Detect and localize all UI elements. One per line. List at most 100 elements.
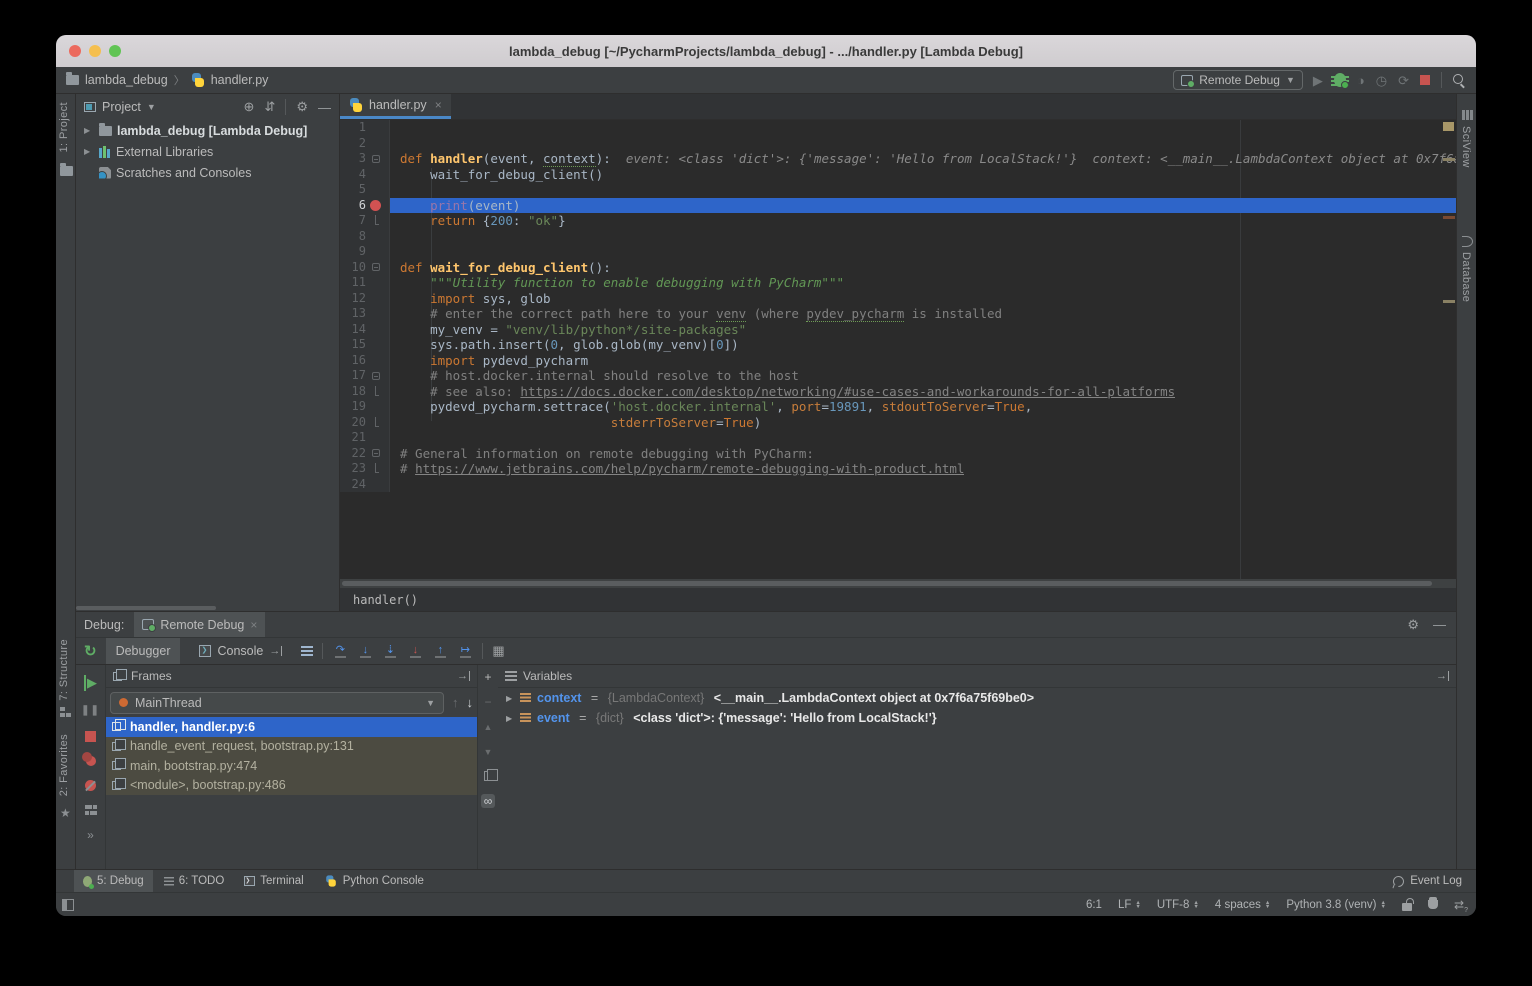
fold-end-icon[interactable]: [375, 215, 376, 225]
locate-file-icon[interactable]: ⊕: [244, 99, 255, 115]
expand-arrow-icon[interactable]: ▶: [84, 147, 94, 156]
gutter[interactable]: 15: [340, 337, 390, 353]
rerun-button[interactable]: ⟳: [1398, 74, 1409, 87]
code-line[interactable]: 5: [340, 182, 1456, 198]
evaluate-expression-icon[interactable]: ▦: [492, 643, 504, 659]
gutter[interactable]: 4: [340, 167, 390, 183]
gutter[interactable]: 16: [340, 353, 390, 369]
rerun-session-icon[interactable]: ↻: [84, 642, 97, 660]
event-log-button[interactable]: Event Log: [1410, 875, 1462, 887]
code-line[interactable]: 14 my_venv = "venv/lib/python*/site-pack…: [340, 322, 1456, 338]
gear-icon[interactable]: ⚙: [296, 99, 308, 115]
code-line[interactable]: 17 # host.docker.internal should resolve…: [340, 368, 1456, 384]
code-line[interactable]: 7 return {200: "ok"}: [340, 213, 1456, 229]
fold-column[interactable]: [366, 167, 388, 183]
fold-end-icon[interactable]: [375, 463, 376, 473]
collapse-all-icon[interactable]: ⇵: [264, 99, 275, 115]
editor-breadcrumb[interactable]: handler(): [340, 588, 1456, 611]
tool-window-button-python-console[interactable]: Python Console: [315, 870, 433, 892]
inspection-status-indicator[interactable]: [1443, 122, 1454, 131]
search-everywhere-icon[interactable]: [1453, 74, 1466, 87]
hide-variables-icon[interactable]: →: [1436, 671, 1449, 681]
resume-program-button[interactable]: ▶: [84, 675, 97, 691]
tool-window-toggle-icon[interactable]: [62, 899, 74, 911]
previous-frame-button[interactable]: ↑: [452, 695, 459, 710]
status-item[interactable]: LF▲▼: [1118, 899, 1141, 911]
run-to-cursor-button[interactable]: ↦: [457, 645, 473, 658]
gear-icon[interactable]: ⚙: [1407, 617, 1419, 633]
sync-status-icon[interactable]: ⇄: [1454, 898, 1464, 912]
run-with-coverage-button[interactable]: ◑: [1357, 74, 1365, 87]
variable-row[interactable]: ▶event = {dict} <class 'dict'>: {'messag…: [498, 708, 1456, 728]
project-panel-title[interactable]: Project: [102, 100, 141, 114]
code-editor[interactable]: 123def handler(event, context): event: <…: [340, 120, 1456, 579]
expand-arrow-icon[interactable]: ▶: [84, 126, 94, 135]
debug-session-tab[interactable]: Remote Debug ×: [134, 612, 265, 637]
fold-column[interactable]: [366, 151, 388, 167]
minimize-window-button[interactable]: [89, 45, 101, 57]
gutter[interactable]: 7: [340, 213, 390, 229]
gutter[interactable]: 14: [340, 322, 390, 338]
pause-program-button[interactable]: ❚❚: [81, 705, 100, 717]
fold-column[interactable]: [366, 244, 388, 260]
editor-tab-handler-py[interactable]: handler.py ×: [340, 94, 451, 119]
fold-column[interactable]: [366, 399, 388, 415]
code-line[interactable]: 3def handler(event, context): event: <cl…: [340, 151, 1456, 167]
gutter[interactable]: 8: [340, 229, 390, 245]
gutter[interactable]: 17: [340, 368, 390, 384]
gutter[interactable]: 10: [340, 260, 390, 276]
close-window-button[interactable]: [69, 45, 81, 57]
tool-window-button-6-todo[interactable]: 6: TODO: [155, 870, 234, 892]
gutter[interactable]: 3: [340, 151, 390, 167]
stripe-mark[interactable]: [1443, 216, 1455, 219]
gutter[interactable]: 21: [340, 430, 390, 446]
add-watch-button[interactable]: +: [484, 671, 491, 683]
fold-column[interactable]: [366, 415, 388, 431]
code-line[interactable]: 12 import sys, glob: [340, 291, 1456, 307]
status-item[interactable]: UTF-8▲▼: [1157, 899, 1199, 911]
code-line[interactable]: 13 # enter the correct path here to your…: [340, 306, 1456, 322]
stack-frame-row[interactable]: <module>, bootstrap.py:486: [106, 776, 477, 796]
thread-selector[interactable]: MainThread ▼: [110, 692, 444, 714]
fold-column[interactable]: [366, 337, 388, 353]
error-stripe[interactable]: [1442, 120, 1456, 579]
status-item[interactable]: Python 3.8 (venv)▲▼: [1286, 899, 1386, 911]
tool-window-button-terminal[interactable]: Terminal: [235, 870, 312, 892]
chevron-down-icon[interactable]: ▼: [147, 102, 156, 112]
code-line[interactable]: 24: [340, 477, 1456, 493]
scroll-to-end-icon[interactable]: →: [269, 646, 282, 656]
code-line[interactable]: 15 sys.path.insert(0, glob.glob(my_venv)…: [340, 337, 1456, 353]
execution-line[interactable]: 6 print(event): [340, 198, 1456, 214]
breakpoint-icon[interactable]: [370, 200, 381, 211]
fold-column[interactable]: [366, 213, 388, 229]
code-line[interactable]: 9: [340, 244, 1456, 260]
fold-end-icon[interactable]: [375, 417, 376, 427]
fold-column[interactable]: [366, 275, 388, 291]
move-up-button[interactable]: ▲: [484, 721, 493, 733]
code-line[interactable]: 21: [340, 430, 1456, 446]
hide-frames-icon[interactable]: →: [457, 671, 470, 681]
step-into-button[interactable]: ↓: [357, 645, 373, 658]
project-tree-item[interactable]: Scratches and Consoles: [76, 162, 339, 183]
view-breakpoints-button[interactable]: [86, 756, 96, 766]
fold-column[interactable]: [366, 353, 388, 369]
project-tree-item[interactable]: ▶lambda_debug [Lambda Debug]: [76, 120, 339, 141]
fold-column[interactable]: [366, 461, 388, 477]
fold-column[interactable]: [366, 368, 388, 384]
gutter[interactable]: 20: [340, 415, 390, 431]
tool-window-button-favorites[interactable]: 2: Favorites: [58, 734, 70, 796]
fold-column[interactable]: [366, 446, 388, 462]
stop-process-button[interactable]: [85, 731, 96, 742]
tab-debugger[interactable]: Debugger: [106, 638, 181, 664]
breadcrumb-file[interactable]: handler.py: [211, 73, 269, 87]
show-watches-toggle[interactable]: ∞: [481, 794, 496, 808]
fold-collapse-icon[interactable]: [372, 155, 380, 163]
code-line[interactable]: 20 stderrToServer=True): [340, 415, 1456, 431]
fold-column[interactable]: [366, 430, 388, 446]
code-line[interactable]: 4 wait_for_debug_client(): [340, 167, 1456, 183]
zoom-window-button[interactable]: [109, 45, 121, 57]
debug-button[interactable]: [1334, 73, 1346, 87]
layout-menu-icon[interactable]: [301, 646, 313, 656]
fold-collapse-icon[interactable]: [372, 372, 380, 380]
code-line[interactable]: 10def wait_for_debug_client():: [340, 260, 1456, 276]
